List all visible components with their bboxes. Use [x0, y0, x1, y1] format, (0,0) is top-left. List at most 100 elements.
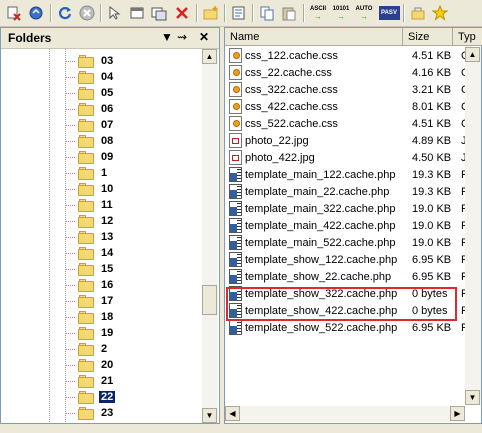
column-header-size[interactable]: Size — [403, 28, 453, 46]
tree-connector — [66, 285, 76, 286]
folder-tree-item[interactable]: 12 — [78, 213, 115, 229]
auto-mode-icon[interactable]: AUTO → — [353, 3, 375, 23]
folder-label: 23 — [101, 407, 114, 419]
css-file-icon — [229, 82, 242, 97]
folder-label: 08 — [101, 135, 114, 147]
file-row[interactable]: template_main_122.cache.php19.3 KBPHP — [225, 166, 465, 183]
folder-tree-item[interactable]: 07 — [78, 117, 115, 133]
file-row[interactable]: css_122.cache.css4.51 KBCas — [225, 47, 465, 64]
refresh-icon[interactable] — [55, 3, 75, 23]
scroll-thumb[interactable] — [202, 285, 217, 315]
close-icon[interactable]: ✕ — [199, 30, 209, 44]
file-row[interactable]: template_main_522.cache.php19.0 KBPHP — [225, 234, 465, 251]
reconnect-icon[interactable] — [26, 3, 46, 23]
column-header-type[interactable]: Typ — [453, 28, 482, 46]
ascii-mode-icon[interactable]: ASCII → — [307, 3, 329, 23]
tree-connector — [66, 397, 76, 398]
stop-icon[interactable] — [77, 3, 97, 23]
scroll-up-button[interactable]: ▲ — [202, 49, 217, 64]
folder-tree-item[interactable]: 03 — [78, 53, 115, 69]
tree-connector — [66, 189, 76, 190]
folder-tree-item[interactable]: 10 — [78, 181, 115, 197]
folder-label: 21 — [101, 375, 114, 387]
files-scroll-left-button[interactable]: ◀ — [225, 406, 240, 421]
edit-icon[interactable] — [229, 3, 249, 23]
bookmark-star-icon[interactable] — [430, 3, 450, 23]
tree-connector — [66, 205, 76, 206]
folder-tree-item[interactable]: 09 — [78, 149, 115, 165]
files-hscrollbar[interactable]: ◀ ▶ — [225, 406, 465, 422]
file-row[interactable]: template_main_22.cache.php19.3 KBPHP — [225, 183, 465, 200]
file-name: css_22.cache.css — [245, 66, 332, 79]
file-row[interactable]: template_show_522.cache.php6.95 KBPHP — [225, 319, 465, 336]
folder-icon — [78, 198, 94, 212]
file-size: 19.0 KB — [412, 236, 452, 249]
folder-tree-item[interactable]: 2 — [78, 341, 109, 357]
scroll-down-button[interactable]: ▼ — [202, 408, 217, 423]
folder-tree-item[interactable]: 18 — [78, 309, 115, 325]
folder-icon — [78, 150, 94, 164]
copy-to-icon[interactable] — [127, 3, 147, 23]
folder-label: 1 — [101, 167, 108, 179]
file-name: template_main_522.cache.php — [245, 236, 396, 249]
file-name: css_522.cache.css — [245, 117, 338, 130]
file-row[interactable]: css_422.cache.css8.01 KBCas — [225, 98, 465, 115]
folder-tree-item[interactable]: 20 — [78, 357, 115, 373]
file-row[interactable]: template_show_22.cache.php6.95 KBPHP — [225, 268, 465, 285]
column-header-name[interactable]: Name — [225, 28, 403, 46]
pasv-icon[interactable]: PASV — [378, 3, 400, 23]
css-file-icon — [229, 99, 242, 114]
php-file-icon — [229, 201, 242, 216]
dropdown-icon[interactable]: ▼ — [161, 30, 173, 44]
folder-tree-item[interactable]: 22 — [78, 389, 116, 405]
file-row[interactable]: css_322.cache.css3.21 KBCas — [225, 81, 465, 98]
file-row[interactable]: photo_422.jpg4.50 KBJPG — [225, 149, 465, 166]
binary-mode-icon[interactable]: 10101 → — [330, 3, 352, 23]
file-row[interactable]: template_main_322.cache.php19.0 KBPHP — [225, 200, 465, 217]
file-row[interactable]: css_22.cache.css4.16 KBCas — [225, 64, 465, 81]
file-size: 6.95 KB — [412, 321, 452, 334]
file-size: 19.0 KB — [412, 202, 452, 215]
file-row[interactable]: template_show_122.cache.php6.95 KBPHP — [225, 251, 465, 268]
files-scroll-up-button[interactable]: ▲ — [465, 47, 480, 62]
folder-tree-item[interactable]: 21 — [78, 373, 115, 389]
folder-tree-item[interactable]: 06 — [78, 101, 115, 117]
new-folder-icon[interactable] — [201, 3, 221, 23]
files-vscrollbar[interactable]: ▲ ▼ — [465, 47, 481, 405]
folders-scrollbar[interactable]: ▲ ▼ — [202, 49, 218, 423]
folder-icon — [78, 166, 94, 180]
toolbar: ASCII → 10101 → AUTO → PASV — [0, 0, 482, 27]
folder-label: 22 — [99, 391, 116, 403]
folder-tree-item[interactable]: 04 — [78, 69, 115, 85]
paste-icon[interactable] — [279, 3, 299, 23]
file-row[interactable]: template_main_422.cache.php19.0 KBPHP — [225, 217, 465, 234]
folder-tree-item[interactable]: 1 — [78, 165, 109, 181]
tree-connector — [66, 93, 76, 94]
folder-label: 09 — [101, 151, 114, 163]
php-file-icon — [229, 320, 242, 335]
highlight-annotation — [226, 287, 457, 321]
files-scroll-down-button[interactable]: ▼ — [465, 390, 480, 405]
folder-tree-item[interactable]: 19 — [78, 325, 115, 341]
folder-tree-item[interactable]: 08 — [78, 133, 115, 149]
files-scroll-right-button[interactable]: ▶ — [450, 406, 465, 421]
file-name: template_main_422.cache.php — [245, 219, 396, 232]
folder-tree-item[interactable]: 14 — [78, 245, 115, 261]
file-row[interactable]: css_522.cache.css4.51 KBCas — [225, 115, 465, 132]
folder-tree-item[interactable]: 23 — [78, 405, 115, 421]
move-to-icon[interactable] — [149, 3, 169, 23]
copy-icon[interactable] — [257, 3, 277, 23]
folder-tree-item[interactable]: 16 — [78, 277, 115, 293]
folder-tree-item[interactable]: 17 — [78, 293, 115, 309]
pin-icon[interactable]: ⇝ — [177, 30, 187, 44]
disconnect-icon[interactable] — [4, 3, 24, 23]
folder-tree-item[interactable]: 11 — [78, 197, 115, 213]
move-icon[interactable] — [105, 3, 125, 23]
delete-icon[interactable] — [172, 3, 192, 23]
folder-tree-item[interactable]: 05 — [78, 85, 115, 101]
file-size: 4.50 KB — [412, 151, 452, 164]
file-row[interactable]: photo_22.jpg4.89 KBJPG — [225, 132, 465, 149]
folder-tree-item[interactable]: 15 — [78, 261, 115, 277]
folder-tree-item[interactable]: 13 — [78, 229, 115, 245]
add-favorite-icon[interactable] — [408, 3, 428, 23]
